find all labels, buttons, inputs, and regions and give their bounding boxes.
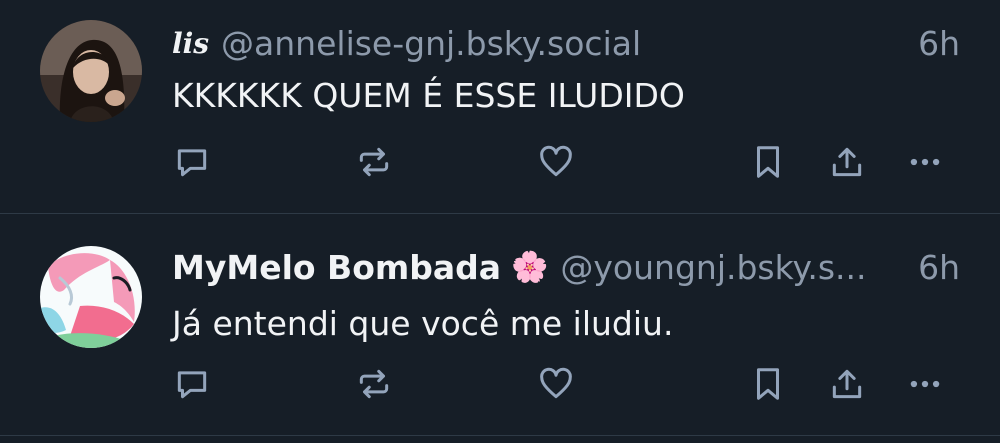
display-name[interactable]: lis bbox=[172, 27, 209, 60]
share-button[interactable] bbox=[825, 362, 869, 406]
avatar[interactable] bbox=[40, 246, 142, 348]
reply-button[interactable] bbox=[170, 362, 214, 406]
reply-button[interactable] bbox=[170, 140, 214, 184]
post-actions bbox=[0, 140, 1000, 184]
reply-icon bbox=[177, 371, 207, 399]
bookmark-icon bbox=[756, 146, 780, 178]
more-icon bbox=[910, 380, 940, 388]
avatar[interactable] bbox=[40, 20, 142, 122]
post-header: MyMelo Bombada 🌸 @youngnj.bsky.s... 6h bbox=[172, 245, 960, 289]
like-button[interactable] bbox=[534, 140, 578, 184]
reply-icon bbox=[177, 149, 207, 177]
share-button[interactable] bbox=[825, 140, 869, 184]
share-icon bbox=[832, 147, 862, 177]
post-text: Já entendi que você me iludiu. bbox=[172, 304, 674, 343]
post-text: KKKKKK QUEM É ESSE ILUDIDO bbox=[172, 76, 685, 115]
bookmark-icon bbox=[756, 368, 780, 400]
timestamp[interactable]: 6h bbox=[918, 24, 960, 63]
repost-icon bbox=[359, 147, 389, 177]
bookmark-button[interactable] bbox=[746, 362, 790, 406]
repost-icon bbox=[359, 369, 389, 399]
display-name[interactable]: MyMelo Bombada bbox=[172, 248, 501, 287]
cherry-blossom-icon: 🌸 bbox=[511, 249, 549, 285]
more-options-button[interactable] bbox=[903, 362, 947, 406]
bookmark-button[interactable] bbox=[746, 140, 790, 184]
repost-button[interactable] bbox=[352, 362, 396, 406]
handle[interactable]: @annelise-gnj.bsky.social bbox=[221, 24, 898, 63]
post-item[interactable]: lis @annelise-gnj.bsky.social 6h KKKKKK … bbox=[0, 0, 1000, 214]
repost-button[interactable] bbox=[352, 140, 396, 184]
post-header: lis @annelise-gnj.bsky.social 6h bbox=[172, 21, 960, 65]
post-actions bbox=[0, 362, 1000, 406]
more-icon bbox=[910, 158, 940, 166]
post-item[interactable]: MyMelo Bombada 🌸 @youngnj.bsky.s... 6h J… bbox=[0, 214, 1000, 436]
share-icon bbox=[832, 369, 862, 399]
like-icon bbox=[540, 367, 572, 399]
like-button[interactable] bbox=[534, 362, 578, 406]
more-options-button[interactable] bbox=[903, 140, 947, 184]
timestamp[interactable]: 6h bbox=[918, 248, 960, 287]
like-icon bbox=[540, 145, 572, 177]
handle[interactable]: @youngnj.bsky.s... bbox=[560, 248, 898, 287]
